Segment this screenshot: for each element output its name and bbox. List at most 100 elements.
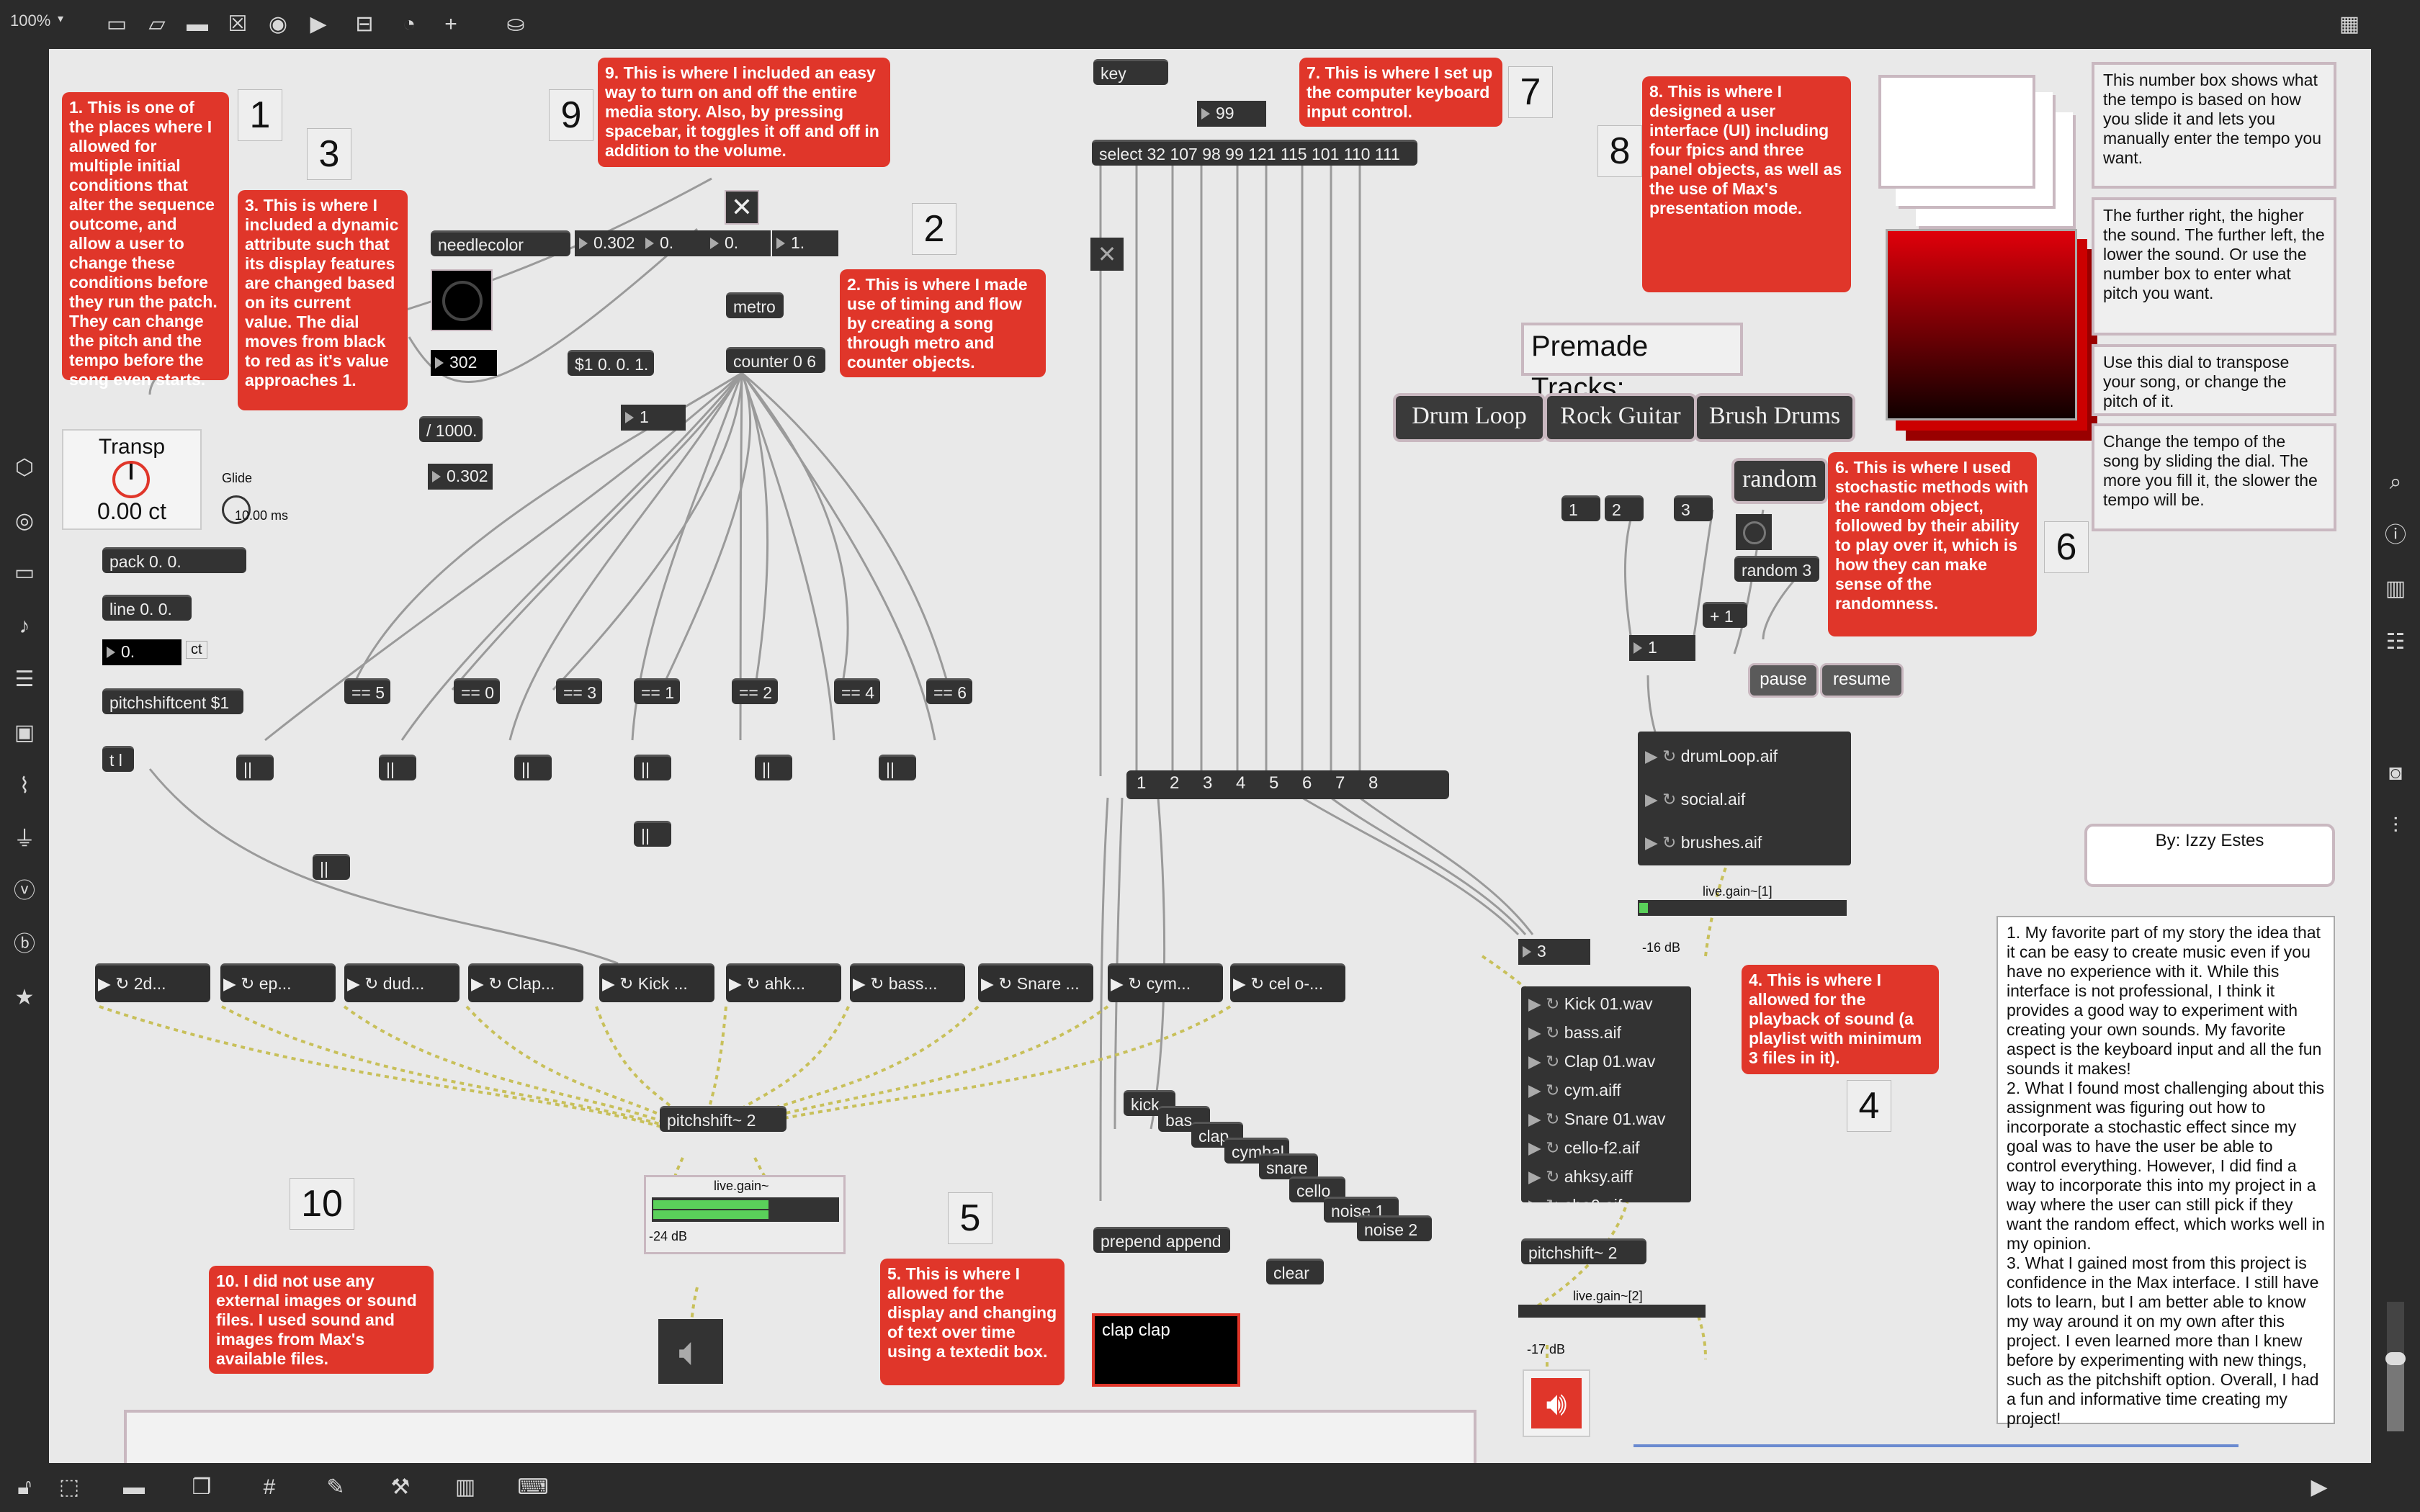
- dial-icon[interactable]: ◔: [393, 10, 425, 39]
- metro-object[interactable]: metro: [726, 292, 784, 318]
- play-icon[interactable]: ▶: [2303, 1473, 2335, 1502]
- info-icon[interactable]: ⓘ: [2380, 521, 2411, 550]
- play-icon[interactable]: ▶ ↻: [1638, 747, 1681, 765]
- cube-icon[interactable]: ⬡: [9, 454, 40, 482]
- playlist-item[interactable]: ▶ ↻ ahksy.aiff: [1521, 1162, 1691, 1191]
- play-icon[interactable]: ▶ ↻: [98, 974, 134, 993]
- speaker-on-icon[interactable]: 🔊︎: [1523, 1369, 1590, 1437]
- premade-playlist[interactable]: ▶ ↻ drumLoop.aif ▶ ↻ social.aif ▶ ↻ brushe…: [1638, 732, 1851, 865]
- sound-playlist[interactable]: ▶ ↻ Kick 01.wav ▶ ↻ bass.aif ▶ ↻ Clap 01.w…: [1521, 986, 1691, 1202]
- play-icon[interactable]: ▶ ↻: [1638, 833, 1681, 852]
- wrench-icon[interactable]: ⚒: [385, 1473, 416, 1502]
- keyboard-icon[interactable]: ⌨: [517, 1473, 549, 1502]
- sound-player[interactable]: ▶ ↻ cel o-...: [1230, 963, 1345, 1002]
- equals-6-object[interactable]: == 6: [926, 678, 972, 704]
- sliders-icon[interactable]: ⫶: [2380, 812, 2411, 841]
- or-object-3[interactable]: ||: [514, 755, 552, 780]
- cents-number[interactable]: 0.: [102, 639, 182, 665]
- comment-icon[interactable]: ▬: [182, 10, 213, 39]
- rock-guitar-button[interactable]: Rock Guitar: [1547, 396, 1694, 439]
- needle-one[interactable]: 1.: [772, 230, 838, 256]
- sound-player[interactable]: ▶ ↻ Kick ...: [599, 963, 714, 1002]
- equals-3-object[interactable]: == 3: [556, 678, 602, 704]
- camera-icon[interactable]: ◙: [2380, 759, 2411, 788]
- playlist-item[interactable]: ▶ ↻ Clap 01.wav: [1521, 1047, 1691, 1076]
- volume-slider[interactable]: [2385, 1302, 2406, 1431]
- sound-player[interactable]: ▶ ↻ ep...: [220, 963, 336, 1002]
- equals-4-object[interactable]: == 4: [834, 678, 880, 704]
- windows-icon[interactable]: ❐: [186, 1473, 218, 1502]
- slider-icon[interactable]: ⊟: [349, 10, 380, 39]
- playlist-item[interactable]: ▶ ↻ bass.aif: [1521, 1018, 1691, 1047]
- play-icon[interactable]: ▶ ↻: [729, 974, 765, 993]
- drum-loop-button[interactable]: Drum Loop: [1396, 396, 1543, 439]
- button-icon[interactable]: ◉: [262, 10, 294, 39]
- random3-object[interactable]: random 3: [1734, 556, 1819, 582]
- play-icon[interactable]: ▶ ↻: [1521, 1196, 1564, 1202]
- speaker-icon[interactable]: 🔈︎: [658, 1319, 723, 1384]
- play-icon[interactable]: ▶ ↻: [1638, 790, 1681, 809]
- tempo-number[interactable]: 302: [431, 350, 497, 376]
- gain-slider-2[interactable]: live.gain~[2]: [1518, 1289, 1708, 1325]
- reflection-text[interactable]: 1. My favorite part of my story the idea…: [1996, 916, 2335, 1428]
- key-number[interactable]: 99: [1197, 101, 1266, 127]
- key-toggle[interactable]: ✕: [1090, 238, 1124, 271]
- playlist-item[interactable]: ▶ ↻ Snare 01.wav: [1521, 1104, 1691, 1133]
- presentation-icon[interactable]: ⬚: [53, 1473, 85, 1502]
- play-icon[interactable]: ▶ ↻: [1521, 1081, 1564, 1099]
- gain-slider-main[interactable]: live.gain~ -24 dB: [644, 1175, 846, 1254]
- play-icon[interactable]: ▶ ↻: [1233, 974, 1269, 993]
- play-icon[interactable]: ▶ ↻: [602, 974, 638, 993]
- playlist-item[interactable]: ▶ ↻ drumLoop.aif: [1638, 734, 1851, 778]
- new-object-icon[interactable]: ▭: [101, 10, 133, 39]
- dollar-message[interactable]: $1 0. 0. 1.: [568, 350, 654, 376]
- play-icon[interactable]: ▶ ↻: [1521, 1052, 1564, 1071]
- play-icon[interactable]: ▶ ↻: [981, 974, 1017, 993]
- gain-slider-1[interactable]: live.gain~[1]: [1638, 884, 1851, 922]
- pitchshift-object-1[interactable]: pitchshift~ 2: [660, 1106, 786, 1132]
- sound-player[interactable]: ▶ ↻ Clap...: [468, 963, 583, 1002]
- playbar-icon[interactable]: ▶: [302, 10, 334, 39]
- line-object[interactable]: line 0. 0.: [102, 595, 192, 621]
- or-object-7[interactable]: ||: [634, 821, 671, 847]
- main-toggle[interactable]: ✕: [725, 190, 759, 225]
- noise2-message[interactable]: noise 2: [1357, 1215, 1432, 1241]
- trigger-object[interactable]: t l: [102, 746, 134, 772]
- play-icon[interactable]: ▶ ↻: [1111, 974, 1147, 993]
- play-icon[interactable]: ▶ ↻: [471, 974, 507, 993]
- plus1-object[interactable]: + 1: [1703, 602, 1747, 628]
- comment-icon[interactable]: ▬: [118, 1473, 150, 1502]
- clip-icon[interactable]: ⌇: [9, 772, 40, 801]
- play-icon[interactable]: ▶ ↻: [1521, 1110, 1564, 1128]
- playlist-item[interactable]: ▶ ↻ cello-f2.aif: [1521, 1133, 1691, 1162]
- search-icon[interactable]: ⌕: [2380, 468, 2411, 497]
- random-bang[interactable]: [1736, 514, 1772, 550]
- counter-number[interactable]: 1: [621, 405, 686, 431]
- playlist-item[interactable]: ▶ ↻ sho0.aif: [1521, 1191, 1691, 1202]
- snare-message[interactable]: snare: [1259, 1153, 1318, 1179]
- counter-object[interactable]: counter 0 6: [726, 347, 825, 373]
- gate-3-number[interactable]: 3: [1518, 939, 1590, 965]
- play-icon[interactable]: ▶ ↻: [853, 974, 889, 993]
- circle-icon[interactable]: ◎: [9, 507, 40, 536]
- select-object[interactable]: select 32 107 98 99 121 115 101 110 111: [1092, 140, 1417, 166]
- note-icon[interactable]: ♪: [9, 612, 40, 641]
- playlist-item[interactable]: ▶ ↻ cym.aiff: [1521, 1076, 1691, 1104]
- needle-zero-1[interactable]: 0.: [641, 230, 706, 256]
- equals-5-object[interactable]: == 5: [344, 678, 390, 704]
- gate-number[interactable]: 1: [1629, 635, 1695, 661]
- key-object[interactable]: key: [1093, 59, 1168, 85]
- image-icon[interactable]: ▣: [9, 719, 40, 747]
- equals-1-object[interactable]: == 1: [634, 678, 680, 704]
- playlist-icon[interactable]: ☰: [9, 665, 40, 694]
- plugin-icon[interactable]: ✎: [320, 1473, 351, 1502]
- or-object-6[interactable]: ||: [879, 755, 916, 780]
- clear-message[interactable]: clear: [1266, 1259, 1324, 1284]
- play-icon[interactable]: ▶ ↻: [223, 974, 259, 993]
- msg-2[interactable]: 2: [1605, 495, 1644, 521]
- play-icon[interactable]: ▶ ↻: [1521, 1167, 1564, 1186]
- grid-view-icon[interactable]: ▦: [2334, 10, 2365, 39]
- playlist-item[interactable]: ▶ ↻ Kick 01.wav: [1521, 989, 1691, 1018]
- play-icon[interactable]: ▶ ↻: [1521, 994, 1564, 1013]
- needlecolor-message[interactable]: needlecolor: [431, 230, 570, 256]
